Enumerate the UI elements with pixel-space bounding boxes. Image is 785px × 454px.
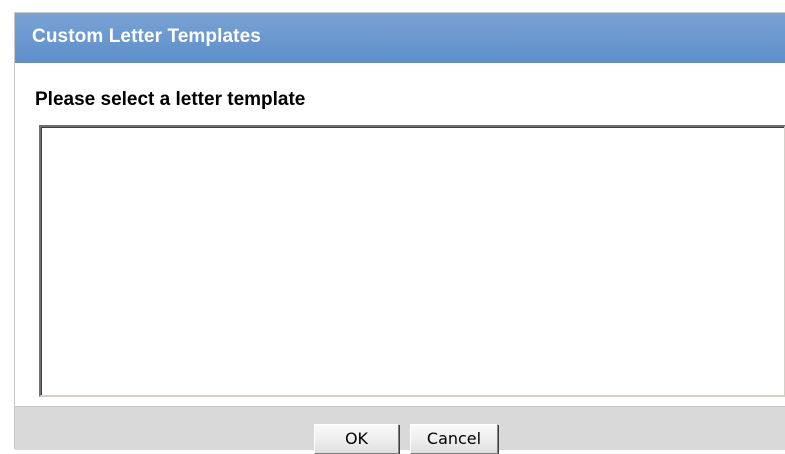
dialog-footer: OK Cancel bbox=[15, 406, 785, 454]
ok-button[interactable]: OK bbox=[314, 424, 399, 454]
dialog-title: Custom Letter Templates bbox=[32, 26, 261, 47]
letter-template-listbox[interactable] bbox=[39, 125, 785, 397]
cancel-button[interactable]: Cancel bbox=[410, 424, 498, 454]
dialog-titlebar: Custom Letter Templates bbox=[15, 13, 785, 63]
select-template-prompt: Please select a letter template bbox=[35, 89, 306, 110]
custom-letter-templates-dialog: Custom Letter Templates Please select a … bbox=[14, 12, 785, 454]
